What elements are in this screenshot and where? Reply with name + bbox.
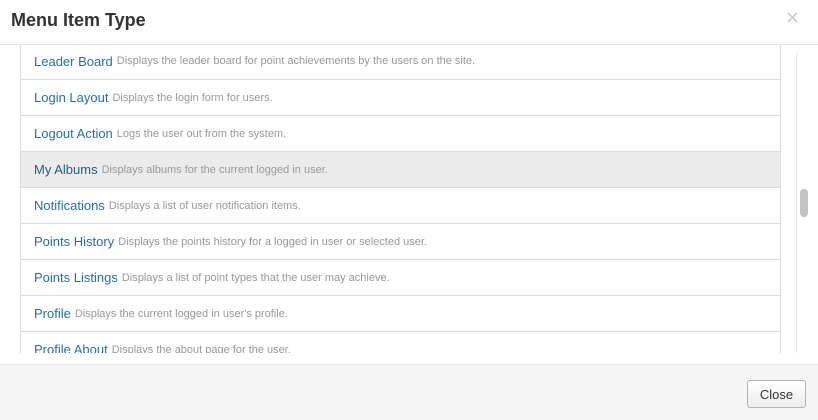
modal-body[interactable]: Leader Board Displays the leader board f… (0, 45, 818, 353)
modal-title: Menu Item Type (11, 10, 146, 30)
close-button[interactable]: Close (747, 380, 806, 408)
menu-item-type-modal: Menu Item Type × Leader Board Displays t… (0, 0, 818, 420)
item-title[interactable]: Logout Action (34, 126, 113, 141)
item-title[interactable]: Notifications (34, 198, 105, 213)
item-description: Displays the current logged in user's pr… (74, 307, 288, 320)
modal-header: Menu Item Type × (0, 0, 818, 45)
item-title[interactable]: Points Listings (34, 270, 118, 285)
list-item[interactable]: Profile Displays the current logged in u… (21, 295, 780, 331)
item-description: Displays the leader board for point achi… (116, 55, 476, 67)
item-description: Displays a list of point types that the … (121, 271, 390, 284)
list-item[interactable]: Leader Board Displays the leader board f… (21, 45, 780, 79)
list-item[interactable]: Login Layout Displays the login form for… (21, 79, 780, 115)
item-title[interactable]: Points History (34, 234, 114, 249)
list-item[interactable]: Points Listings Displays a list of point… (21, 259, 780, 295)
item-description: Displays the login form for users. (112, 91, 273, 104)
item-description: Displays the about page for the user. (111, 343, 291, 354)
item-title[interactable]: Login Layout (34, 90, 108, 105)
item-title[interactable]: Profile (34, 306, 71, 321)
list-item[interactable]: Points History Displays the points histo… (21, 223, 780, 259)
item-description: Logs the user out from the system. (116, 127, 287, 140)
modal-footer: Close (0, 364, 818, 420)
list-item[interactable]: Notifications Displays a list of user no… (21, 187, 780, 223)
item-description: Displays albums for the current logged i… (101, 163, 328, 176)
list-item[interactable]: Profile About Displays the about page fo… (21, 331, 780, 353)
item-description: Displays a list of user notification ite… (108, 199, 301, 212)
scrollbar-thumb[interactable] (800, 189, 808, 217)
item-title[interactable]: Leader Board (34, 54, 113, 69)
list-item[interactable]: My Albums Displays albums for the curren… (21, 151, 780, 187)
list-item[interactable]: Logout Action Logs the user out from the… (21, 115, 780, 151)
item-title[interactable]: My Albums (34, 162, 98, 177)
item-title[interactable]: Profile About (34, 342, 108, 353)
item-description: Displays the points history for a logged… (118, 235, 427, 248)
menu-item-type-list: Leader Board Displays the leader board f… (20, 45, 781, 353)
close-icon[interactable]: × (785, 8, 800, 28)
